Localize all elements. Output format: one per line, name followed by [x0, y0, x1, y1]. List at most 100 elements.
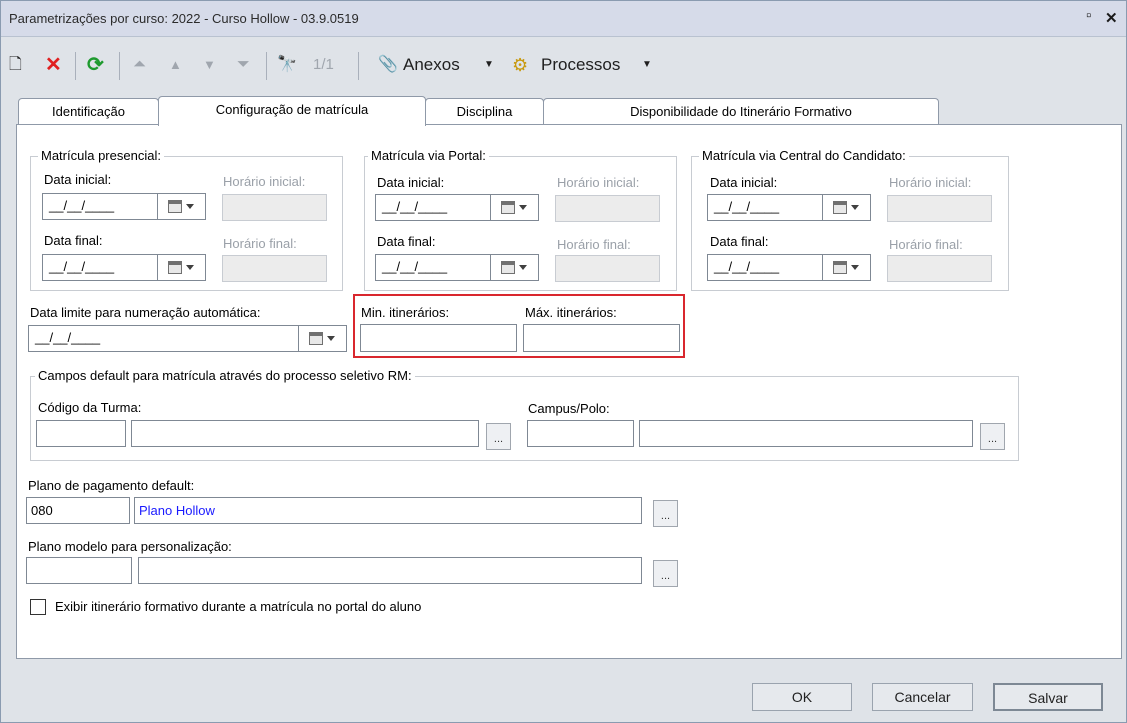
calendar-icon — [309, 332, 323, 345]
start-date-label: Data inicial: — [44, 172, 112, 187]
start-date-value: __/__/____ — [382, 199, 448, 214]
end-time-label: Horário final: — [223, 236, 297, 251]
next-record-icon[interactable]: ▼ — [203, 52, 216, 78]
start-time-field — [222, 194, 327, 221]
min-itinerarios-label: Min. itinerários: — [361, 305, 450, 320]
attachments-menu[interactable]: Anexos — [403, 52, 460, 78]
end-date-field[interactable]: __/__/____ — [42, 254, 206, 281]
start-date-label: Data inicial: — [377, 175, 445, 190]
end-time-field — [222, 255, 327, 282]
chevron-down-icon — [851, 265, 859, 270]
tab-identificacao[interactable]: Identificação — [18, 98, 159, 125]
plano-modelo-lookup-button[interactable]: ... — [653, 560, 678, 587]
calendar-dropdown[interactable] — [157, 194, 205, 219]
plano-modelo-code-input[interactable] — [26, 557, 132, 584]
exibir-itinerario-checkbox[interactable] — [30, 599, 46, 615]
turma-code-input[interactable] — [36, 420, 126, 447]
end-date-field[interactable]: __/__/____ — [707, 254, 871, 281]
max-itinerarios-label: Máx. itinerários: — [525, 305, 617, 320]
record-counter: 1/1 — [313, 56, 334, 73]
previous-record-icon[interactable]: ▲ — [169, 52, 182, 78]
toolbar-divider — [119, 52, 120, 80]
start-date-field[interactable]: __/__/____ — [375, 194, 539, 221]
min-itinerarios-input[interactable] — [360, 324, 517, 352]
campus-label: Campus/Polo: — [528, 401, 610, 416]
campus-name-input[interactable] — [639, 420, 973, 447]
start-date-field[interactable]: __/__/____ — [707, 194, 871, 221]
toolbar-divider — [75, 52, 76, 80]
chevron-down-icon — [851, 205, 859, 210]
attachment-icon[interactable]: 📎 — [378, 52, 398, 78]
start-date-label: Data inicial: — [710, 175, 778, 190]
start-time-label: Horário inicial: — [889, 175, 972, 190]
end-date-field[interactable]: __/__/____ — [375, 254, 539, 281]
ok-button[interactable]: OK — [752, 683, 852, 711]
plano-pagamento-code-input[interactable]: 080 — [26, 497, 130, 524]
group-campos-default: Campos default para matrícula através do… — [30, 368, 1019, 461]
last-record-icon[interactable]: ⏷ — [237, 52, 250, 78]
limit-date-field[interactable]: __/__/____ — [28, 325, 347, 352]
plano-modelo-label: Plano modelo para personalização: — [28, 539, 232, 554]
start-time-field — [555, 195, 660, 222]
turma-name-input[interactable] — [131, 420, 479, 447]
limit-date-value: __/__/____ — [35, 330, 101, 345]
end-date-label: Data final: — [377, 234, 436, 249]
end-time-field — [555, 255, 660, 282]
plano-modelo-name-input[interactable] — [138, 557, 642, 584]
start-time-field — [887, 195, 992, 222]
start-date-value: __/__/____ — [49, 198, 115, 213]
start-date-field[interactable]: __/__/____ — [42, 193, 206, 220]
tab-configuracao-de-matricula[interactable]: Configuração de matrícula — [158, 96, 426, 126]
start-time-label: Horário inicial: — [223, 174, 306, 189]
turma-lookup-button[interactable]: ... — [486, 423, 511, 450]
find-icon[interactable]: 🔭 — [277, 52, 297, 78]
plano-pagamento-label: Plano de pagamento default: — [28, 478, 195, 493]
max-itinerarios-input[interactable] — [523, 324, 680, 352]
exibir-itinerario-label: Exibir itinerário formativo durante a ma… — [55, 599, 422, 614]
chevron-down-icon — [519, 205, 527, 210]
calendar-dropdown[interactable] — [490, 195, 538, 220]
plano-pagamento-lookup-button[interactable]: ... — [653, 500, 678, 527]
group-title: Matrícula presencial: — [38, 148, 164, 163]
cancel-button[interactable]: Cancelar — [872, 683, 973, 711]
save-button[interactable]: Salvar — [993, 683, 1103, 711]
calendar-dropdown[interactable] — [822, 195, 870, 220]
calendar-icon — [501, 261, 515, 274]
end-date-value: __/__/____ — [49, 259, 115, 274]
chevron-down-icon — [519, 265, 527, 270]
end-date-label: Data final: — [44, 233, 103, 248]
campus-code-input[interactable] — [527, 420, 634, 447]
calendar-icon — [501, 201, 515, 214]
chevron-down-icon — [186, 204, 194, 209]
attachments-dropdown-icon[interactable]: ▼ — [484, 52, 494, 78]
delete-icon[interactable]: ✕ — [45, 52, 62, 78]
end-date-value: __/__/____ — [714, 259, 780, 274]
refresh-icon[interactable]: ⟳ — [87, 52, 104, 78]
new-record-icon[interactable]: 🗋 — [9, 52, 22, 78]
start-date-value: __/__/____ — [714, 199, 780, 214]
group-title: Matrícula via Portal: — [368, 148, 489, 163]
turma-label: Código da Turma: — [38, 400, 142, 415]
campus-lookup-button[interactable]: ... — [980, 423, 1005, 450]
limit-date-label: Data limite para numeração automática: — [30, 305, 261, 320]
close-icon[interactable]: ✕ — [1105, 9, 1118, 27]
plano-pagamento-name-input[interactable]: Plano Hollow — [134, 497, 642, 524]
restore-icon[interactable]: ▫ — [1086, 7, 1091, 24]
group-title: Matrícula via Central do Candidato: — [699, 148, 909, 163]
dialog-window: Parametrizações por curso: 2022 - Curso … — [0, 0, 1127, 723]
end-time-label: Horário final: — [557, 237, 631, 252]
end-date-value: __/__/____ — [382, 259, 448, 274]
calendar-dropdown[interactable] — [298, 326, 346, 351]
first-record-icon[interactable]: ⏶ — [133, 52, 146, 78]
processes-dropdown-icon[interactable]: ▼ — [642, 52, 652, 78]
tab-disciplina[interactable]: Disciplina — [425, 98, 544, 125]
calendar-dropdown[interactable] — [822, 255, 870, 280]
chevron-down-icon — [327, 336, 335, 341]
title-bar: Parametrizações por curso: 2022 - Curso … — [1, 1, 1126, 37]
toolbar-divider — [266, 52, 267, 80]
processes-icon[interactable]: ⚙ — [512, 52, 528, 78]
calendar-dropdown[interactable] — [490, 255, 538, 280]
tab-disponibilidade-itinerario[interactable]: Disponibilidade do Itinerário Formativo — [543, 98, 939, 125]
calendar-dropdown[interactable] — [157, 255, 205, 280]
processes-menu[interactable]: Processos — [541, 52, 620, 78]
